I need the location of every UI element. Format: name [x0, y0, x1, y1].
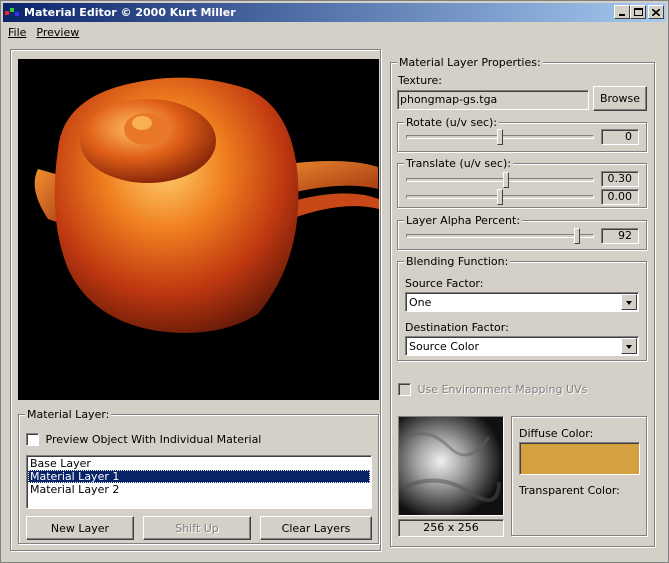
translate-u-slider[interactable]: [406, 172, 594, 188]
dest-factor-label: Destination Factor:: [405, 321, 509, 334]
shift-up-button[interactable]: Shift Up: [143, 516, 251, 540]
slider-thumb[interactable]: [502, 172, 509, 188]
minimize-icon: [619, 14, 625, 16]
close-button[interactable]: [648, 5, 664, 19]
list-item[interactable]: Material Layer 2: [28, 483, 370, 496]
texture-size: 256 x 256: [398, 519, 504, 537]
material-layer-legend: Material Layer:: [25, 408, 112, 421]
diffuse-color-swatch[interactable]: [519, 442, 640, 475]
transparent-color-label: Transparent Color:: [519, 484, 620, 497]
texture-thumbnail: [398, 416, 504, 516]
rotate-value[interactable]: 0: [601, 129, 639, 145]
teapot-render: [34, 77, 379, 333]
preview-individual-checkbox[interactable]: [26, 432, 39, 446]
menu-bar: File Preview: [3, 23, 84, 41]
slider-thumb[interactable]: [497, 129, 503, 145]
source-factor-select[interactable]: One: [405, 292, 639, 312]
preview-individual-label: Preview Object With Individual Material: [45, 432, 262, 446]
dest-factor-select[interactable]: Source Color: [405, 336, 639, 356]
preview-individual-row[interactable]: Preview Object With Individual Material: [26, 432, 261, 446]
texture-image: [399, 417, 503, 515]
env-mapping-label: Use Environment Mapping UVs: [417, 382, 588, 396]
alpha-value[interactable]: 92: [601, 228, 639, 244]
translate-legend: Translate (u/v sec):: [404, 157, 513, 170]
new-layer-button[interactable]: New Layer: [26, 516, 134, 540]
list-item[interactable]: Base Layer: [28, 457, 370, 470]
rotate-slider[interactable]: [406, 129, 594, 145]
material-editor-window: Material Editor © 2000 Kurt Miller File …: [0, 0, 669, 563]
clear-layers-button[interactable]: Clear Layers: [260, 516, 372, 540]
source-factor-label: Source Factor:: [405, 277, 484, 290]
object-preview-viewport[interactable]: [18, 59, 379, 400]
chevron-down-icon[interactable]: [621, 294, 637, 310]
browse-button[interactable]: Browse: [593, 86, 647, 111]
window-title: Material Editor © 2000 Kurt Miller: [24, 6, 236, 19]
layer-list[interactable]: Base Layer Material Layer 1 Material Lay…: [26, 455, 372, 509]
texture-field[interactable]: phongmap-gs.tga: [397, 90, 589, 110]
alpha-slider[interactable]: [406, 228, 594, 244]
slider-thumb[interactable]: [574, 228, 581, 244]
menu-file[interactable]: File: [3, 26, 31, 39]
close-icon: [652, 8, 660, 16]
list-item[interactable]: Material Layer 1: [28, 470, 370, 483]
dest-factor-value: Source Color: [409, 340, 479, 353]
source-factor-value: One: [409, 296, 432, 309]
menu-preview[interactable]: Preview: [31, 26, 84, 39]
maximize-button[interactable]: [630, 5, 646, 19]
rotate-legend: Rotate (u/v sec):: [404, 116, 500, 129]
alpha-legend: Layer Alpha Percent:: [404, 214, 523, 227]
translate-u-value[interactable]: 0.30: [601, 171, 639, 187]
properties-legend: Material Layer Properties:: [397, 56, 543, 69]
diffuse-color-label: Diffuse Color:: [519, 427, 594, 440]
chevron-down-icon[interactable]: [621, 338, 637, 354]
maximize-icon: [633, 8, 643, 16]
env-mapping-row[interactable]: Use Environment Mapping UVs: [398, 382, 587, 396]
app-icon: [5, 6, 21, 20]
translate-v-value[interactable]: 0.00: [601, 189, 639, 205]
blending-legend: Blending Function:: [404, 255, 511, 268]
env-mapping-checkbox[interactable]: [398, 382, 411, 396]
minimize-button[interactable]: [614, 5, 630, 19]
title-bar: Material Editor © 2000 Kurt Miller: [3, 3, 666, 22]
texture-label: Texture:: [398, 74, 442, 87]
translate-v-slider[interactable]: [406, 189, 594, 205]
slider-thumb[interactable]: [497, 189, 503, 205]
